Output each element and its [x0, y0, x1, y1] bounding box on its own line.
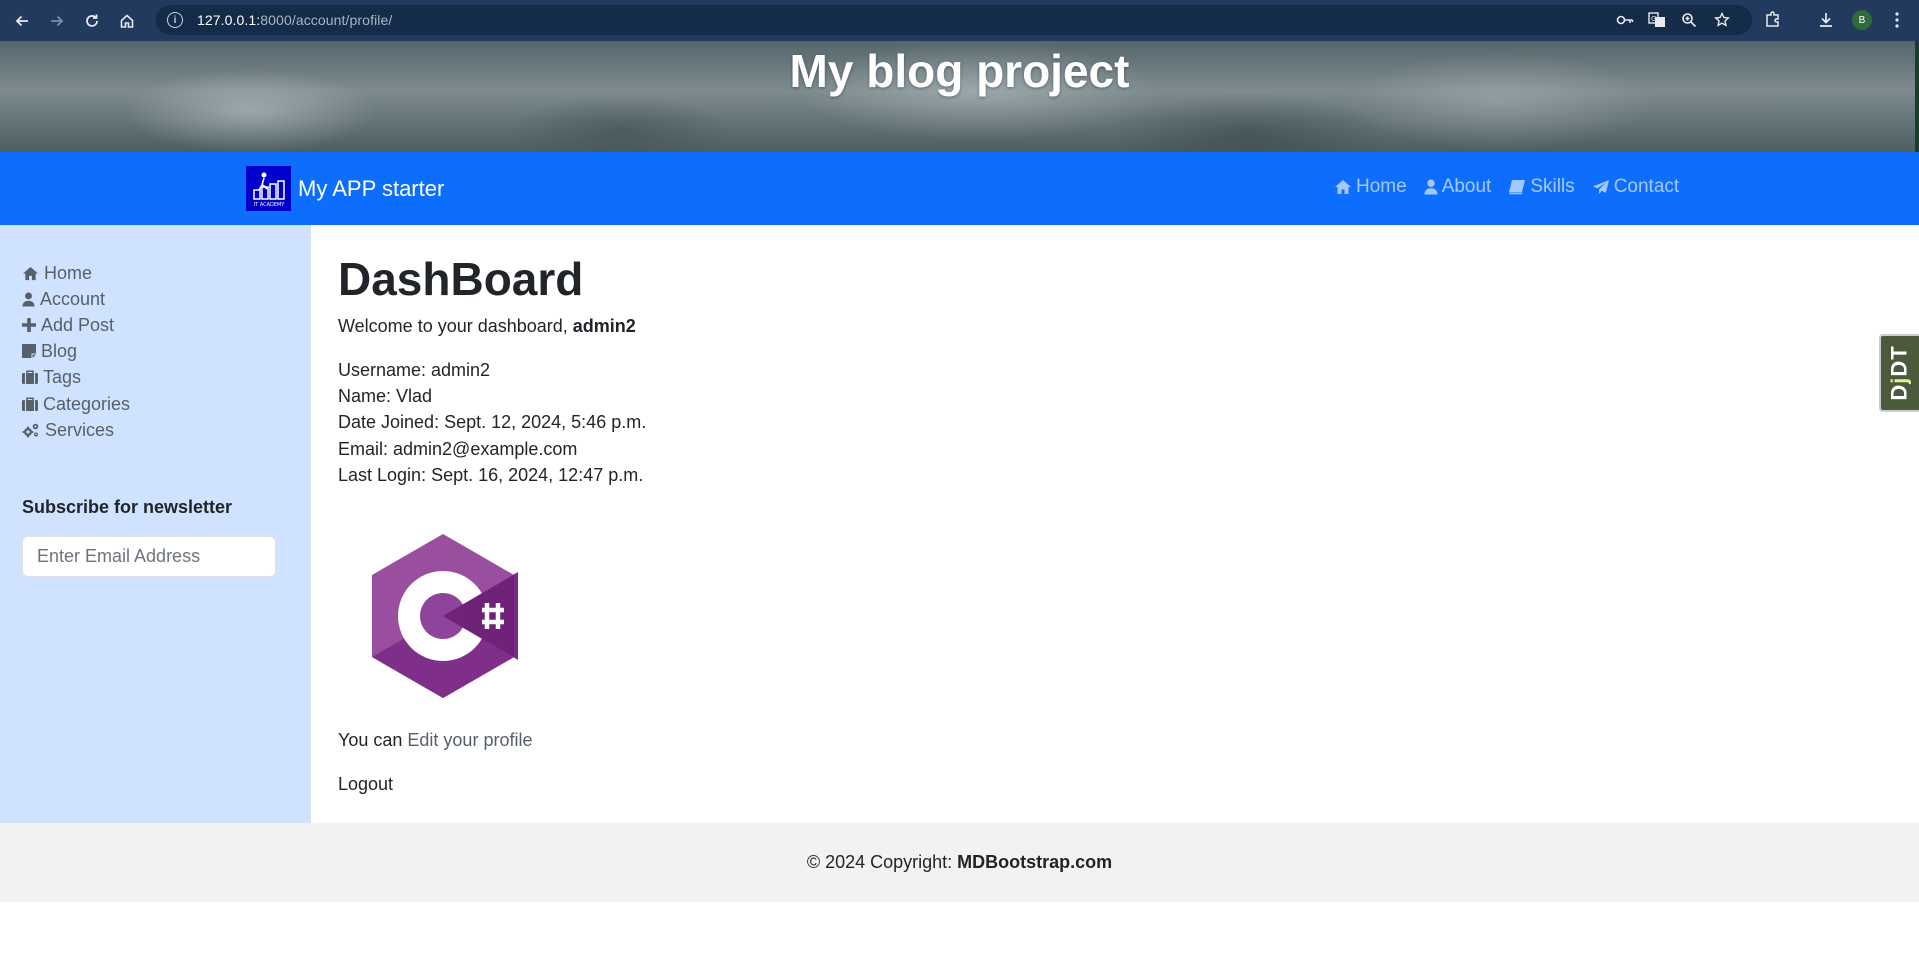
home-icon: [1335, 180, 1351, 194]
translate-icon[interactable]: G: [1648, 11, 1666, 29]
home-button[interactable]: [114, 8, 140, 34]
nav-home-label: Home: [1356, 176, 1407, 197]
url-text: 127.0.0.1:8000/account/profile/: [197, 12, 393, 28]
sidebar-item-categories[interactable]: Categories: [22, 392, 130, 416]
sidebar-item-tags[interactable]: Tags: [22, 365, 81, 389]
zoom-icon[interactable]: [1680, 11, 1698, 29]
footer-copyright: © 2024 Copyright:: [806, 852, 953, 872]
welcome-text: Welcome to your dashboard, admin2: [338, 316, 636, 336]
extensions-icon[interactable]: [1761, 8, 1785, 32]
address-bar[interactable]: i 127.0.0.1:8000/account/profile/ G: [156, 5, 1752, 35]
nav-contact-link[interactable]: Contact: [1592, 176, 1679, 198]
svg-text:G: G: [1651, 15, 1656, 23]
footer: © 2024 Copyright: MDBootstrap.com: [0, 823, 1919, 902]
user-icon: [1424, 179, 1438, 195]
nav-home-link[interactable]: Home: [1334, 176, 1407, 198]
key-icon[interactable]: [1616, 11, 1634, 29]
menu-dots-icon[interactable]: [1885, 8, 1909, 32]
paper-plane-icon: [1592, 180, 1609, 194]
logout-link[interactable]: Logout: [338, 774, 393, 795]
plus-icon: [22, 318, 36, 332]
footer-brand-link[interactable]: MDBootstrap.com: [957, 852, 1112, 873]
briefcase-icon: [22, 397, 38, 411]
sidebar-item-account[interactable]: Account: [22, 287, 105, 311]
arrow-left-icon: [15, 15, 28, 26]
profile-date-joined: Date Joined: Sept. 12, 2024, 5:46 p.m.: [338, 412, 647, 432]
home-icon: [23, 266, 38, 280]
home-icon: [120, 13, 134, 28]
nav-about-link[interactable]: About: [1424, 176, 1492, 198]
newsletter-email-input[interactable]: [22, 536, 276, 577]
nav-skills-label: Skills: [1530, 176, 1575, 197]
user-icon: [22, 292, 35, 306]
forward-button[interactable]: [44, 8, 70, 34]
nav-about-label: About: [1441, 176, 1492, 197]
sidebar-item-label: Account: [40, 288, 106, 309]
bookmark-star-icon[interactable]: [1713, 11, 1731, 29]
arrow-right-icon: [51, 15, 64, 26]
svg-text:IT ACADEMY: IT ACADEMY: [253, 202, 285, 208]
debug-toolbar-handle[interactable]: DjDT: [1879, 334, 1919, 412]
sidebar-item-label: Add Post: [41, 314, 115, 335]
sidebar-item-label: Categories: [43, 393, 131, 414]
reload-icon: [86, 14, 98, 27]
sidebar-item-blog[interactable]: Blog: [22, 339, 77, 363]
gears-icon: [22, 423, 39, 438]
brand-link[interactable]: IT ACADEMY My APP starter: [246, 166, 444, 211]
profile-name: Name: Vlad: [338, 386, 433, 406]
hero-banner: My blog project: [0, 41, 1919, 152]
newsletter-title: Subscribe for newsletter: [22, 497, 233, 517]
book-icon: [1509, 180, 1526, 195]
sidebar-item-services[interactable]: Services: [22, 418, 114, 442]
briefcase-icon: [22, 370, 38, 384]
brand-logo: IT ACADEMY: [246, 166, 291, 211]
reload-button[interactable]: [79, 8, 105, 34]
csharp-logo-icon: [368, 532, 518, 700]
nav-contact-label: Contact: [1613, 176, 1680, 197]
nav-skills-link[interactable]: Skills: [1508, 176, 1575, 198]
top-navbar: IT ACADEMY My APP starter Home About Ski…: [0, 152, 1919, 225]
sidebar-item-label: Blog: [41, 340, 78, 361]
browser-toolbar: i 127.0.0.1:8000/account/profile/ G B: [0, 0, 1919, 41]
nav-links: Home About Skills Contact: [1334, 176, 1696, 198]
scrollbar[interactable]: [1915, 41, 1919, 152]
sidebar-item-label: Tags: [43, 366, 82, 387]
page-title: DashBoard: [338, 253, 584, 305]
site-title: My blog project: [789, 45, 1130, 97]
site-info-icon[interactable]: i: [167, 12, 183, 28]
profile-last-login: Last Login: Sept. 16, 2024, 12:47 p.m.: [338, 465, 644, 485]
debug-toolbar-label: DjDT: [1887, 345, 1912, 401]
profile-avatar[interactable]: B: [1850, 8, 1874, 32]
sidebar: Home Account Add Post Blog Tags Categori…: [0, 225, 311, 823]
welcome-username: admin2: [572, 316, 636, 336]
sidebar-item-label: Services: [45, 419, 115, 440]
sidebar-item-label: Home: [44, 262, 93, 283]
sidebar-item-home[interactable]: Home: [22, 261, 92, 285]
profile-username: Username: admin2: [338, 360, 491, 380]
brand-text: My APP starter: [298, 175, 445, 201]
profile-email: Email: admin2@example.com: [338, 439, 578, 459]
sidebar-item-add-post[interactable]: Add Post: [22, 313, 114, 337]
sticky-note-icon: [22, 344, 36, 358]
back-button[interactable]: [9, 8, 35, 34]
edit-profile-link[interactable]: Edit your profile: [407, 730, 532, 750]
edit-profile-text: You can Edit your profile: [338, 730, 533, 750]
download-icon[interactable]: [1814, 8, 1838, 32]
